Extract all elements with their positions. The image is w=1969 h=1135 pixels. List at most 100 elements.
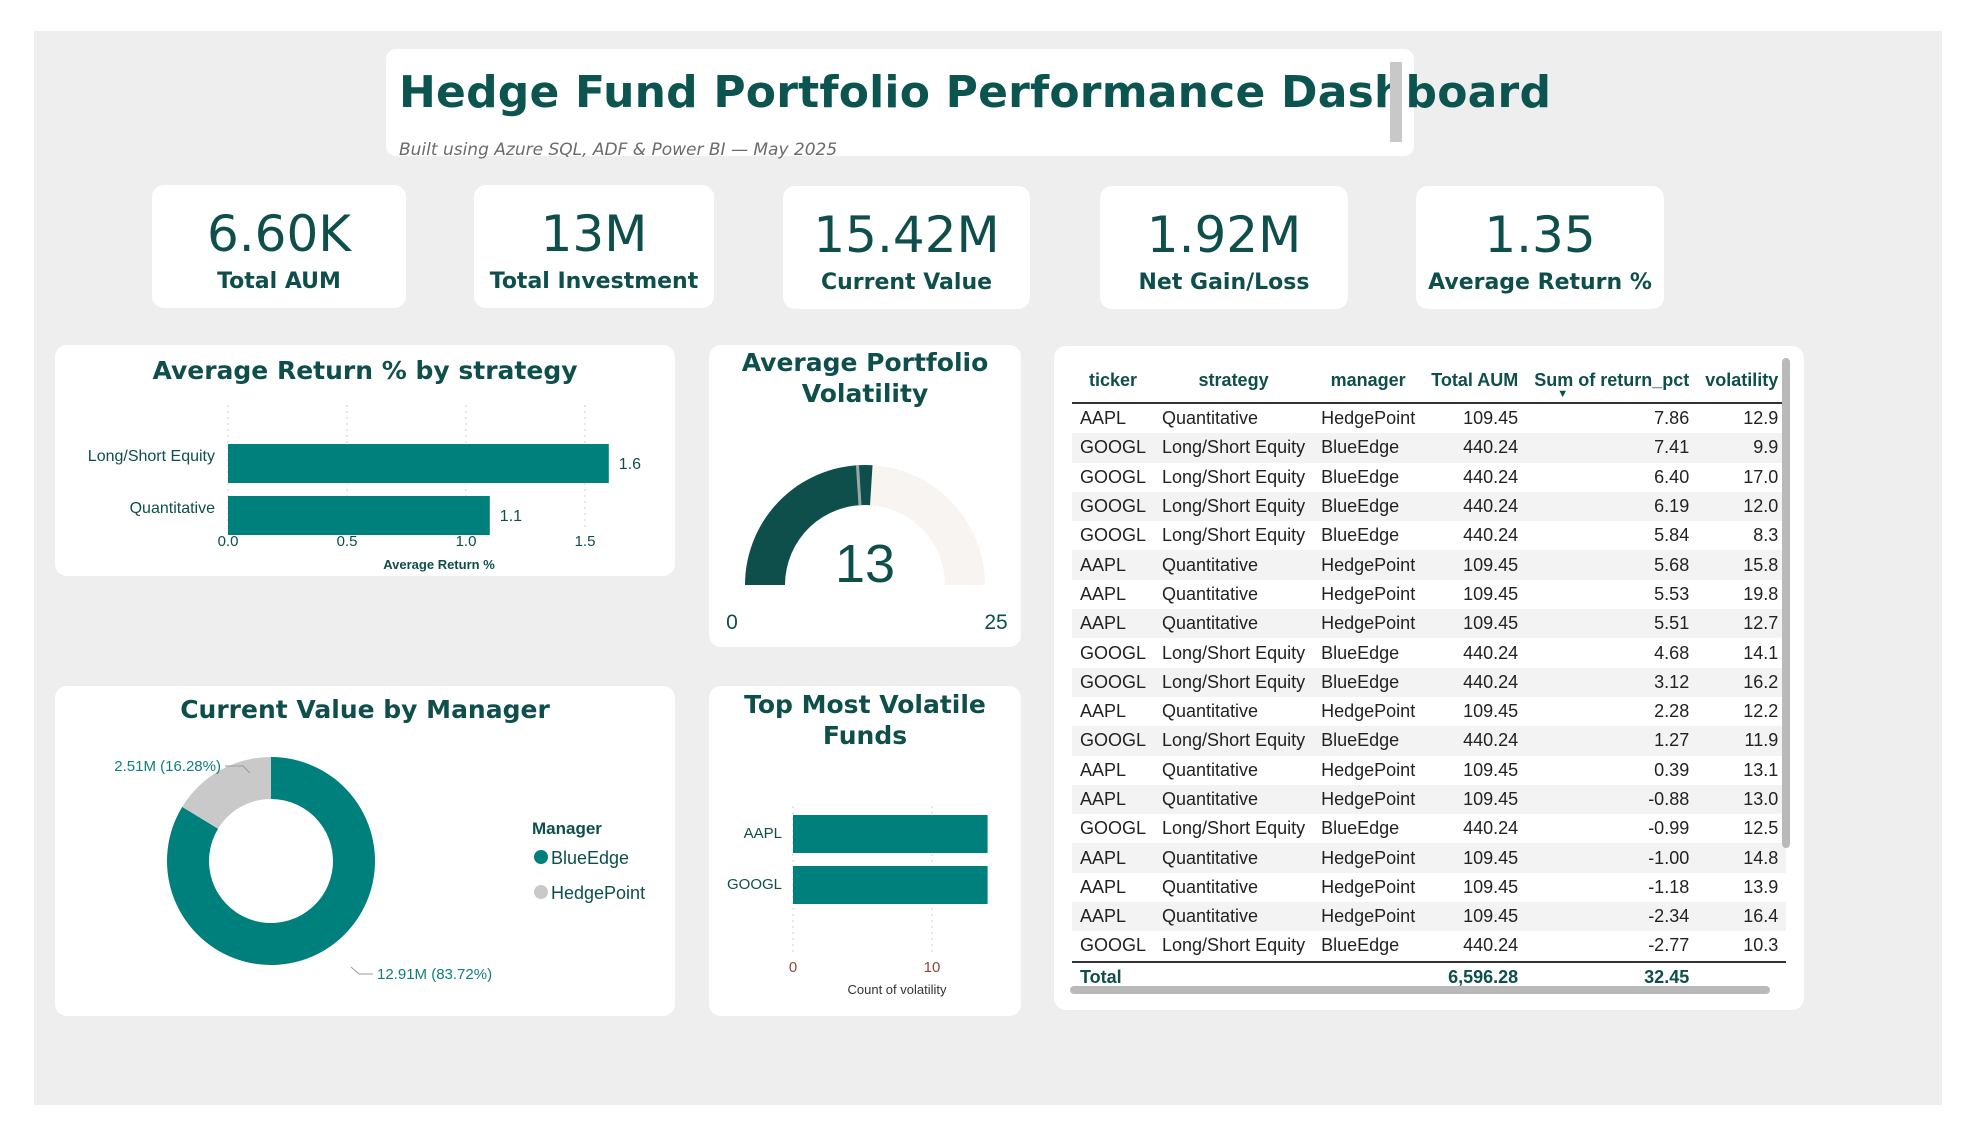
table-cell: Quantitative xyxy=(1162,759,1259,780)
table-cell: HedgePoint xyxy=(1313,609,1424,639)
table-cell: GOOGL xyxy=(1072,491,1155,522)
kpi-card-average-return[interactable]: 1.35 Average Return % xyxy=(1416,186,1664,309)
table-row[interactable]: AAPL Quantitative HedgePoint 109.45 7.86 12.9 xyxy=(1072,403,1786,433)
table-cell: 7.41 xyxy=(1526,433,1698,463)
table-row[interactable]: AAPL Quantitative HedgePoint 109.45 -1.18 13.… xyxy=(1072,873,1786,902)
table-cell: 440.24 xyxy=(1463,525,1519,546)
label-hedgepoint: 2.51M (16.28%) xyxy=(114,758,221,775)
col-header-ticker[interactable]: ticker xyxy=(1072,358,1154,403)
table-cell: 109.45 xyxy=(1423,902,1527,932)
table-cell: 2.28 xyxy=(1654,701,1690,722)
kpi-value: 13M xyxy=(540,205,648,263)
table-cell: Long/Short Equity xyxy=(1162,818,1306,839)
table-row[interactable]: GOOGL Long/Short Equity BlueEdge 440.24 4.68… xyxy=(1072,638,1786,667)
table-row[interactable]: AAPL Quantitative HedgePoint 109.45 -0.88 13.… xyxy=(1072,784,1787,815)
table-cell: -0.88 xyxy=(1526,784,1698,815)
table-row[interactable]: GOOGL Long/Short Equity BlueEdge 440.24 3.12… xyxy=(1072,667,1787,697)
manager-donut-card[interactable]: Current Value by Manager 2.51M (16.28%) … xyxy=(55,686,675,1016)
volatile-funds-card[interactable]: Top Most Volatile Funds AAPL GOOGL 0 10 … xyxy=(709,686,1021,1016)
table-row[interactable]: GOOGL Long/Short Equity BlueEdge 440.24 1.27… xyxy=(1072,726,1787,756)
gauge-chart: 12 13 0 25 xyxy=(726,465,1008,634)
dashboard-subtitle: Built using Azure SQL, ADF & Power BI — … xyxy=(399,140,838,160)
table-cell: 9.9 xyxy=(1697,433,1787,463)
table-cell: 1.27 xyxy=(1526,726,1698,756)
category-label-aapl: AAPL xyxy=(744,825,782,842)
table-cell: 5.68 xyxy=(1526,550,1698,580)
legend-marker-blueedge xyxy=(534,850,548,864)
table-row[interactable]: GOOGL Long/Short Equity BlueEdge 440.24 -0.9… xyxy=(1072,814,1786,843)
table-cell: 14.1 xyxy=(1743,642,1779,663)
title-accent-bar xyxy=(1390,62,1402,142)
table-cell: 5.53 xyxy=(1654,583,1690,604)
table-cell: HedgePoint xyxy=(1321,408,1416,429)
table-row[interactable]: GOOGL Long/Short Equity BlueEdge 440.24 6.19… xyxy=(1072,491,1787,522)
table-row[interactable]: GOOGL Long/Short Equity BlueEdge 440.24 -2.7… xyxy=(1072,931,1786,961)
label-blueedge: 12.91M (83.72%) xyxy=(377,966,492,983)
kpi-card-current-value[interactable]: 15.42M Current Value xyxy=(783,186,1030,309)
kpi-card-total-investment[interactable]: 13M Total Investment xyxy=(474,185,714,308)
strategy-bar-chart-card[interactable]: Average Return % by strategy Long/Short … xyxy=(55,345,675,576)
table-row[interactable]: AAPL Quantitative HedgePoint 109.45 5.53 19.8 xyxy=(1072,580,1786,609)
gauge-target-label: 12 xyxy=(833,483,857,508)
legend-title: Manager xyxy=(532,819,602,838)
col-header-sum-return[interactable]: Sum of return_pct ▼ xyxy=(1526,358,1697,403)
table-cell: 16.4 xyxy=(1697,902,1787,932)
legend-label-hedgepoint[interactable]: HedgePoint xyxy=(551,883,645,903)
kpi-label: Current Value xyxy=(820,270,993,295)
legend-label-blueedge[interactable]: BlueEdge xyxy=(551,848,629,868)
gauge-value-label: 13 xyxy=(835,534,895,594)
table-cell: 7.86 xyxy=(1654,408,1690,429)
table-cell: AAPL xyxy=(1072,843,1155,873)
sort-desc-icon[interactable]: ▼ xyxy=(1557,388,1568,400)
table-cell: 13.1 xyxy=(1743,759,1779,780)
kpi-card-net-gain-loss[interactable]: 1.92M Net Gain/Loss xyxy=(1100,186,1348,309)
table-row[interactable]: AAPL Quantitative HedgePoint 109.45 5.68 15.8 xyxy=(1072,550,1787,580)
table-row[interactable]: AAPL Quantitative HedgePoint 109.45 5.51 12.7 xyxy=(1072,609,1787,639)
kpi-value: 6.60K xyxy=(206,205,352,263)
table-cell: 14.8 xyxy=(1697,843,1787,873)
kpi-card-total-aum[interactable]: 6.60K Total AUM xyxy=(152,185,406,308)
table-cell: 109.45 xyxy=(1463,583,1519,604)
table-cell: 12.7 xyxy=(1697,609,1787,639)
x-axis-title: Count of volatility xyxy=(848,982,947,997)
table-cell: Quantitative xyxy=(1162,408,1259,429)
table-row[interactable]: AAPL Quantitative HedgePoint 109.45 -1.00 14.… xyxy=(1072,843,1787,873)
table-row[interactable]: AAPL Quantitative HedgePoint 109.45 -2.34 16.… xyxy=(1072,902,1787,932)
col-header-manager[interactable]: manager xyxy=(1313,358,1423,403)
col-header-volatility[interactable]: volatility xyxy=(1697,358,1786,403)
table-row[interactable]: GOOGL Long/Short Equity BlueEdge 440.24 5.84… xyxy=(1072,521,1786,550)
table-cell: AAPL xyxy=(1080,701,1127,722)
bar-long-short-equity[interactable] xyxy=(228,444,609,483)
vertical-scrollbar[interactable] xyxy=(1782,358,1790,848)
col-header-strategy[interactable]: strategy xyxy=(1154,358,1313,403)
table-row[interactable]: GOOGL Long/Short Equity BlueEdge 440.24 7.41… xyxy=(1072,433,1787,463)
table-cell: 4.68 xyxy=(1654,642,1690,663)
table-row[interactable]: AAPL Quantitative HedgePoint 109.45 0.39 13.1 xyxy=(1072,756,1786,785)
col-header-total-aum[interactable]: Total AUM xyxy=(1423,358,1526,403)
bar-quantitative[interactable] xyxy=(228,496,490,535)
x-tick-2: 1.0 xyxy=(456,533,477,550)
table-cell: 6.40 xyxy=(1654,466,1690,487)
table-cell: 3.12 xyxy=(1526,667,1698,697)
bar-googl[interactable] xyxy=(793,866,988,904)
table-cell: -1.18 xyxy=(1648,876,1690,897)
title-card: Hedge Fund Portfolio Performance Dashboa… xyxy=(386,49,1551,160)
table-cell: BlueEdge xyxy=(1313,433,1424,463)
table-cell: 109.45 xyxy=(1423,609,1527,639)
bar-aapl[interactable] xyxy=(793,815,988,853)
table-cell: 440.24 xyxy=(1463,818,1519,839)
table-cell: Quantitative xyxy=(1154,609,1314,639)
table-row[interactable]: GOOGL Long/Short Equity BlueEdge 440.24 6.40… xyxy=(1072,463,1786,492)
fund-table-card[interactable]: ticker strategy manager Total AUM Sum of… xyxy=(1054,346,1804,1010)
table-cell: 0.39 xyxy=(1654,759,1690,780)
table-cell: 12.0 xyxy=(1697,491,1787,522)
table-cell: BlueEdge xyxy=(1313,491,1424,522)
table-cell: GOOGL xyxy=(1072,726,1155,756)
table-cell: Quantitative xyxy=(1154,902,1314,932)
horizontal-scrollbar[interactable] xyxy=(1070,986,1770,994)
table-cell: HedgePoint xyxy=(1321,876,1416,897)
table-cell: 13.9 xyxy=(1743,876,1779,897)
table-cell: AAPL xyxy=(1072,784,1155,815)
table-row[interactable]: AAPL Quantitative HedgePoint 109.45 2.28 12.2 xyxy=(1072,697,1786,726)
gauge-card[interactable]: Average Portfolio Volatility 12 13 0 25 xyxy=(709,345,1021,647)
